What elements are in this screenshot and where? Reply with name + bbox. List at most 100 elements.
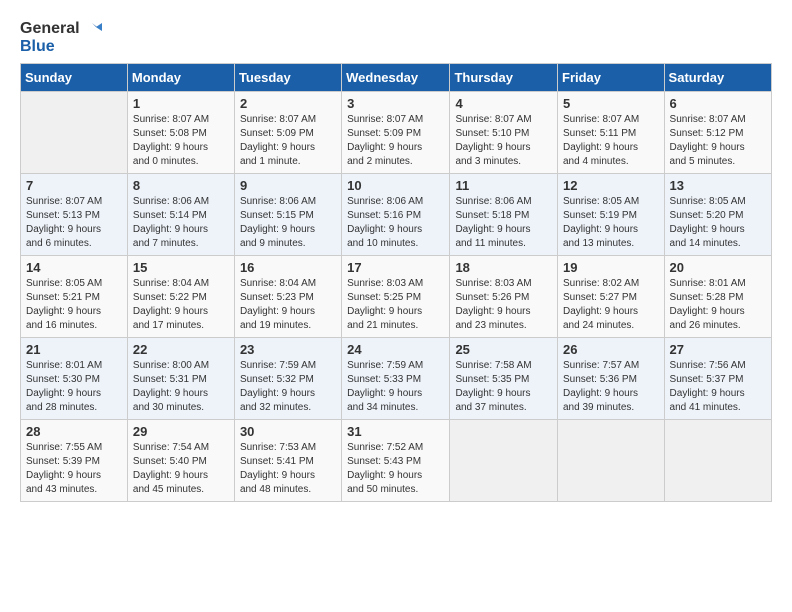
day-info: Sunrise: 7:55 AMSunset: 5:39 PMDaylight:…	[26, 441, 122, 497]
day-number: 3	[347, 96, 444, 111]
day-number: 15	[133, 260, 229, 275]
calendar-cell: 2 Sunrise: 8:07 AMSunset: 5:09 PMDaylight…	[234, 92, 341, 174]
calendar-cell: 21Sunrise: 8:01 AMSunset: 5:30 PMDayligh…	[21, 338, 128, 420]
calendar-cell	[21, 92, 128, 174]
day-number: 5	[563, 96, 659, 111]
calendar-cell: 29Sunrise: 7:54 AMSunset: 5:40 PMDayligh…	[127, 420, 234, 502]
day-info: Sunrise: 8:07 AMSunset: 5:11 PMDaylight:…	[563, 113, 659, 169]
logo-blue-text: Blue	[20, 38, 55, 56]
calendar-cell: 20 Sunrise: 8:01 AMSunset: 5:28 PMDayligh…	[664, 256, 771, 338]
calendar-cell: 16 Sunrise: 8:04 AMSunset: 5:23 PMDayligh…	[234, 256, 341, 338]
day-info: Sunrise: 8:06 AMSunset: 5:18 PMDaylight:…	[455, 195, 552, 251]
day-number: 18	[455, 260, 552, 275]
calendar-week-2: 7 Sunrise: 8:07 AMSunset: 5:13 PMDaylight…	[21, 174, 772, 256]
calendar-week-3: 14Sunrise: 8:05 AMSunset: 5:21 PMDayligh…	[21, 256, 772, 338]
calendar-cell: 17 Sunrise: 8:03 AMSunset: 5:25 PMDayligh…	[342, 256, 450, 338]
day-info: Sunrise: 7:58 AMSunset: 5:35 PMDaylight:…	[455, 359, 552, 415]
weekday-header-tuesday: Tuesday	[234, 64, 341, 92]
day-info: Sunrise: 8:07 AMSunset: 5:13 PMDaylight:…	[26, 195, 122, 251]
day-number: 8	[133, 178, 229, 193]
calendar-cell: 26 Sunrise: 7:57 AMSunset: 5:36 PMDayligh…	[558, 338, 665, 420]
day-info: Sunrise: 7:53 AMSunset: 5:41 PMDaylight:…	[240, 441, 336, 497]
day-info: Sunrise: 8:07 AMSunset: 5:09 PMDaylight:…	[347, 113, 444, 169]
day-info: Sunrise: 8:00 AMSunset: 5:31 PMDaylight:…	[133, 359, 229, 415]
calendar-cell: 13 Sunrise: 8:05 AMSunset: 5:20 PMDayligh…	[664, 174, 771, 256]
day-number: 12	[563, 178, 659, 193]
day-number: 13	[670, 178, 766, 193]
day-info: Sunrise: 8:07 AMSunset: 5:12 PMDaylight:…	[670, 113, 766, 169]
logo: General Blue	[20, 20, 102, 55]
weekday-header-wednesday: Wednesday	[342, 64, 450, 92]
day-number: 17	[347, 260, 444, 275]
day-number: 22	[133, 342, 229, 357]
calendar-cell: 25 Sunrise: 7:58 AMSunset: 5:35 PMDayligh…	[450, 338, 558, 420]
calendar-cell: 4 Sunrise: 8:07 AMSunset: 5:10 PMDaylight…	[450, 92, 558, 174]
day-number: 23	[240, 342, 336, 357]
day-info: Sunrise: 7:57 AMSunset: 5:36 PMDaylight:…	[563, 359, 659, 415]
day-info: Sunrise: 8:02 AMSunset: 5:27 PMDaylight:…	[563, 277, 659, 333]
day-number: 6	[670, 96, 766, 111]
calendar-week-5: 28Sunrise: 7:55 AMSunset: 5:39 PMDayligh…	[21, 420, 772, 502]
day-number: 26	[563, 342, 659, 357]
calendar-cell: 6 Sunrise: 8:07 AMSunset: 5:12 PMDaylight…	[664, 92, 771, 174]
calendar-cell: 22 Sunrise: 8:00 AMSunset: 5:31 PMDayligh…	[127, 338, 234, 420]
calendar-cell: 10 Sunrise: 8:06 AMSunset: 5:16 PMDayligh…	[342, 174, 450, 256]
logo-bird-icon	[82, 21, 102, 37]
day-info: Sunrise: 8:04 AMSunset: 5:23 PMDaylight:…	[240, 277, 336, 333]
calendar-cell: 5 Sunrise: 8:07 AMSunset: 5:11 PMDaylight…	[558, 92, 665, 174]
day-info: Sunrise: 8:03 AMSunset: 5:26 PMDaylight:…	[455, 277, 552, 333]
day-number: 16	[240, 260, 336, 275]
weekday-header-monday: Monday	[127, 64, 234, 92]
calendar-cell: 3 Sunrise: 8:07 AMSunset: 5:09 PMDaylight…	[342, 92, 450, 174]
calendar-cell: 31Sunrise: 7:52 AMSunset: 5:43 PMDayligh…	[342, 420, 450, 502]
calendar-cell: 23Sunrise: 7:59 AMSunset: 5:32 PMDayligh…	[234, 338, 341, 420]
day-info: Sunrise: 8:01 AMSunset: 5:28 PMDaylight:…	[670, 277, 766, 333]
calendar-cell: 9 Sunrise: 8:06 AMSunset: 5:15 PMDaylight…	[234, 174, 341, 256]
day-info: Sunrise: 8:05 AMSunset: 5:19 PMDaylight:…	[563, 195, 659, 251]
day-number: 9	[240, 178, 336, 193]
calendar-cell: 12 Sunrise: 8:05 AMSunset: 5:19 PMDayligh…	[558, 174, 665, 256]
day-info: Sunrise: 8:05 AMSunset: 5:20 PMDaylight:…	[670, 195, 766, 251]
day-number: 30	[240, 424, 336, 439]
day-number: 2	[240, 96, 336, 111]
calendar-cell	[558, 420, 665, 502]
weekday-header-sunday: Sunday	[21, 64, 128, 92]
calendar-cell: 15Sunrise: 8:04 AMSunset: 5:22 PMDayligh…	[127, 256, 234, 338]
day-info: Sunrise: 8:03 AMSunset: 5:25 PMDaylight:…	[347, 277, 444, 333]
day-info: Sunrise: 7:59 AMSunset: 5:33 PMDaylight:…	[347, 359, 444, 415]
calendar-cell	[450, 420, 558, 502]
day-info: Sunrise: 8:07 AMSunset: 5:09 PMDaylight:…	[240, 113, 336, 169]
logo-container: General Blue	[20, 20, 102, 55]
weekday-header-friday: Friday	[558, 64, 665, 92]
day-number: 21	[26, 342, 122, 357]
calendar-cell: 30 Sunrise: 7:53 AMSunset: 5:41 PMDayligh…	[234, 420, 341, 502]
calendar-week-1: 1 Sunrise: 8:07 AMSunset: 5:08 PMDaylight…	[21, 92, 772, 174]
calendar-table: SundayMondayTuesdayWednesdayThursdayFrid…	[20, 63, 772, 502]
day-number: 27	[670, 342, 766, 357]
day-info: Sunrise: 7:56 AMSunset: 5:37 PMDaylight:…	[670, 359, 766, 415]
day-number: 25	[455, 342, 552, 357]
day-number: 11	[455, 178, 552, 193]
calendar-cell: 14Sunrise: 8:05 AMSunset: 5:21 PMDayligh…	[21, 256, 128, 338]
day-number: 7	[26, 178, 122, 193]
day-info: Sunrise: 8:07 AMSunset: 5:10 PMDaylight:…	[455, 113, 552, 169]
weekday-header-thursday: Thursday	[450, 64, 558, 92]
calendar-cell: 1 Sunrise: 8:07 AMSunset: 5:08 PMDaylight…	[127, 92, 234, 174]
day-info: Sunrise: 8:05 AMSunset: 5:21 PMDaylight:…	[26, 277, 122, 333]
day-number: 10	[347, 178, 444, 193]
calendar-cell: 11 Sunrise: 8:06 AMSunset: 5:18 PMDayligh…	[450, 174, 558, 256]
calendar-cell: 27 Sunrise: 7:56 AMSunset: 5:37 PMDayligh…	[664, 338, 771, 420]
calendar-cell: 19Sunrise: 8:02 AMSunset: 5:27 PMDayligh…	[558, 256, 665, 338]
day-number: 20	[670, 260, 766, 275]
day-number: 24	[347, 342, 444, 357]
weekday-header-row: SundayMondayTuesdayWednesdayThursdayFrid…	[21, 64, 772, 92]
day-number: 1	[133, 96, 229, 111]
day-info: Sunrise: 8:06 AMSunset: 5:16 PMDaylight:…	[347, 195, 444, 251]
calendar-cell: 18 Sunrise: 8:03 AMSunset: 5:26 PMDayligh…	[450, 256, 558, 338]
day-info: Sunrise: 7:54 AMSunset: 5:40 PMDaylight:…	[133, 441, 229, 497]
calendar-week-4: 21Sunrise: 8:01 AMSunset: 5:30 PMDayligh…	[21, 338, 772, 420]
day-info: Sunrise: 8:07 AMSunset: 5:08 PMDaylight:…	[133, 113, 229, 169]
day-info: Sunrise: 8:06 AMSunset: 5:15 PMDaylight:…	[240, 195, 336, 251]
day-number: 4	[455, 96, 552, 111]
calendar-cell: 28Sunrise: 7:55 AMSunset: 5:39 PMDayligh…	[21, 420, 128, 502]
